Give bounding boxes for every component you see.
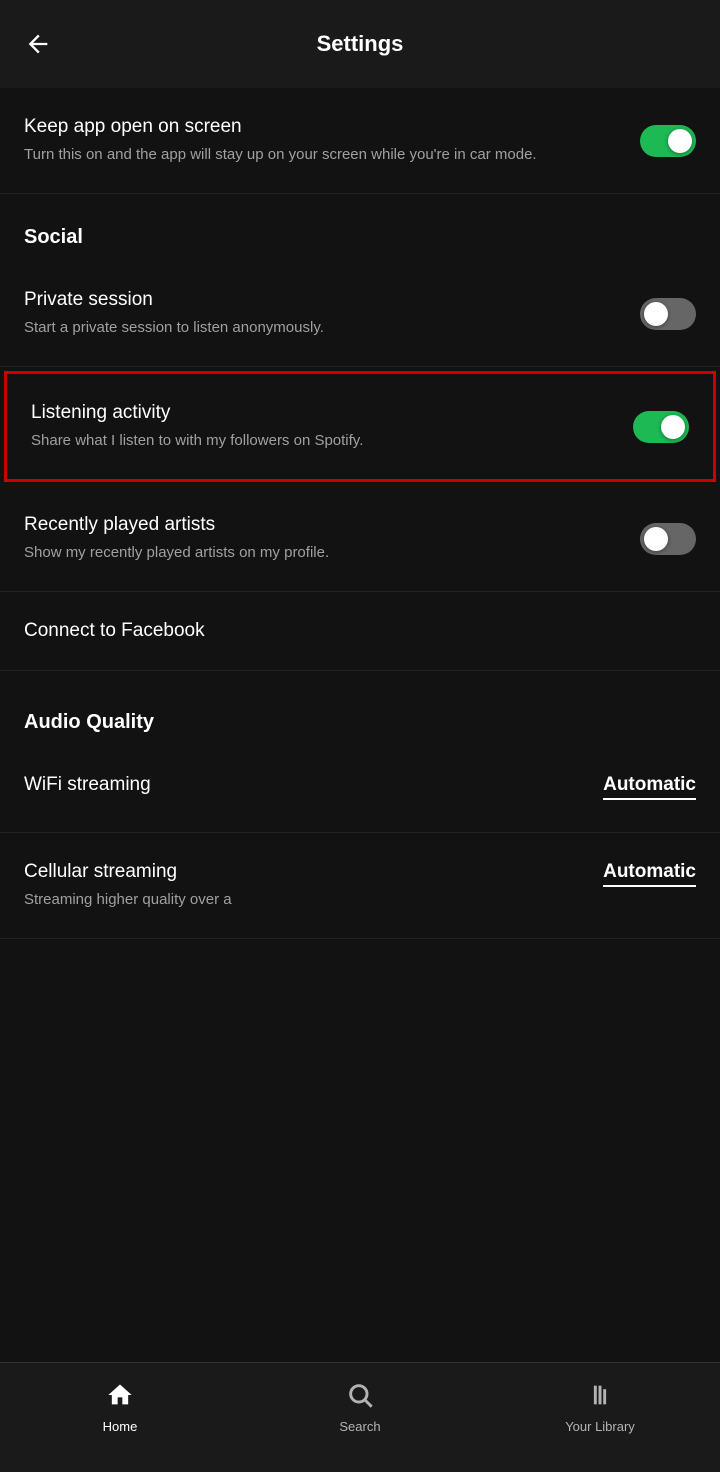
cellular-streaming-value-container[interactable]: Automatic — [603, 861, 696, 891]
search-icon — [346, 1377, 374, 1413]
nav-search-label: Search — [339, 1419, 380, 1434]
keep-app-open-toggle-knob — [668, 129, 692, 153]
private-session-toggle[interactable] — [640, 298, 696, 330]
nav-library-label: Your Library — [565, 1419, 635, 1434]
listening-activity-desc: Share what I listen to with my followers… — [31, 430, 613, 451]
cellular-streaming-item: Cellular streaming Streaming higher qual… — [0, 833, 720, 939]
audio-quality-section-title: Audio Quality — [24, 711, 154, 733]
back-button[interactable] — [24, 30, 52, 58]
cellular-streaming-text: Cellular streaming Streaming higher qual… — [24, 861, 603, 910]
wifi-streaming-text: WiFi streaming — [24, 774, 603, 802]
private-session-toggle-knob — [644, 302, 668, 326]
nav-search[interactable]: Search — [240, 1377, 480, 1434]
cellular-streaming-desc: Streaming higher quality over a — [24, 889, 583, 910]
settings-content: Keep app open on screen Turn this on and… — [0, 88, 720, 1472]
social-section-title: Social — [24, 226, 83, 248]
listening-activity-text: Listening activity Share what I listen t… — [31, 402, 633, 451]
social-section-header: Social — [0, 194, 720, 261]
recently-played-title: Recently played artists — [24, 514, 620, 536]
listening-activity-title: Listening activity — [31, 402, 613, 424]
keep-app-open-text: Keep app open on screen Turn this on and… — [24, 116, 640, 165]
connect-facebook-item[interactable]: Connect to Facebook — [0, 592, 720, 671]
keep-app-open-toggle[interactable] — [640, 125, 696, 157]
recently-played-desc: Show my recently played artists on my pr… — [24, 542, 620, 563]
keep-app-open-item: Keep app open on screen Turn this on and… — [0, 88, 720, 194]
nav-home-label: Home — [103, 1419, 138, 1434]
listening-activity-toggle-knob — [661, 415, 685, 439]
nav-home[interactable]: Home — [0, 1377, 240, 1434]
listening-activity-item: Listening activity Share what I listen t… — [7, 374, 713, 479]
keep-app-open-desc: Turn this on and the app will stay up on… — [24, 144, 620, 165]
bottom-nav: Home Search Your Library — [0, 1362, 720, 1472]
recently-played-item: Recently played artists Show my recently… — [0, 486, 720, 592]
private-session-title: Private session — [24, 289, 620, 311]
listening-activity-toggle[interactable] — [633, 411, 689, 443]
page-title: Settings — [317, 31, 404, 57]
recently-played-toggle[interactable] — [640, 523, 696, 555]
settings-header: Settings — [0, 0, 720, 88]
keep-app-open-title: Keep app open on screen — [24, 116, 620, 138]
recently-played-toggle-knob — [644, 527, 668, 551]
wifi-streaming-value: Automatic — [603, 774, 696, 800]
wifi-streaming-value-container[interactable]: Automatic — [603, 774, 696, 804]
recently-played-text: Recently played artists Show my recently… — [24, 514, 640, 563]
private-session-text: Private session Start a private session … — [24, 289, 640, 338]
cellular-streaming-value: Automatic — [603, 861, 696, 887]
connect-facebook-label: Connect to Facebook — [24, 620, 205, 641]
wifi-streaming-item: WiFi streaming Automatic — [0, 746, 720, 833]
audio-quality-section-header: Audio Quality — [0, 671, 720, 746]
cellular-streaming-title: Cellular streaming — [24, 861, 583, 883]
wifi-streaming-title: WiFi streaming — [24, 774, 583, 796]
nav-library[interactable]: Your Library — [480, 1377, 720, 1434]
listening-activity-highlight: Listening activity Share what I listen t… — [4, 371, 716, 482]
private-session-desc: Start a private session to listen anonym… — [24, 317, 620, 338]
private-session-item: Private session Start a private session … — [0, 261, 720, 367]
home-icon — [106, 1377, 134, 1413]
library-icon — [586, 1377, 614, 1413]
